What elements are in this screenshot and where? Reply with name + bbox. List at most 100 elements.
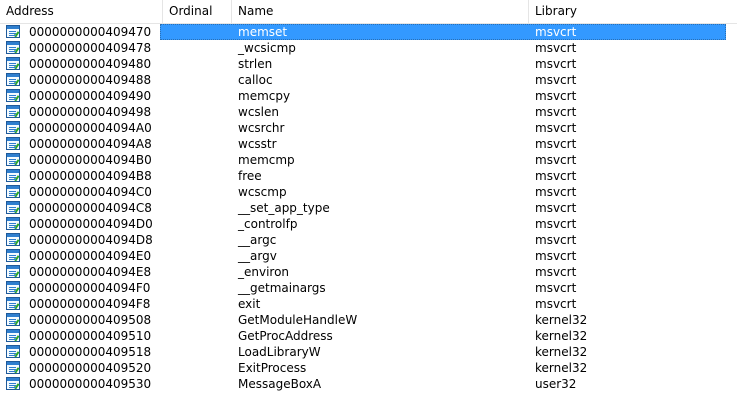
table-row[interactable]: 00000000004094A0 wcsrchr msvcrt <box>0 120 737 136</box>
cell-library: msvcrt <box>535 281 577 295</box>
import-table-icon <box>6 217 20 230</box>
import-table-icon <box>6 249 20 262</box>
table-row[interactable]: 00000000004094F0 __getmainargs msvcrt <box>0 280 737 296</box>
import-table-icon <box>6 169 20 182</box>
import-table-icon <box>6 137 20 150</box>
table-row[interactable]: 00000000004094F8 exit msvcrt <box>0 296 737 312</box>
cell-name: MessageBoxA <box>238 377 322 391</box>
check-mark-icon <box>13 158 20 166</box>
check-mark-icon <box>13 206 20 214</box>
column-header-row: Address Ordinal Name Library <box>0 0 737 24</box>
table-row[interactable]: 00000000004094A8 wcsstr msvcrt <box>0 136 737 152</box>
cell-name: _controlfp <box>238 217 298 231</box>
cell-address: 00000000004094B0 <box>29 153 152 167</box>
cell-address: 0000000000409518 <box>29 345 152 359</box>
cell-address: 0000000000409530 <box>29 377 152 391</box>
table-row[interactable]: 00000000004094B8 free msvcrt <box>0 168 737 184</box>
cell-library: kernel32 <box>535 313 588 327</box>
check-mark-icon <box>13 142 20 150</box>
cell-name: __argc <box>238 233 277 247</box>
import-table-icon <box>6 41 20 54</box>
cell-library: msvcrt <box>535 137 577 151</box>
cell-library: msvcrt <box>535 249 577 263</box>
import-table-icon <box>6 185 20 198</box>
check-mark-icon <box>13 94 20 102</box>
check-mark-icon <box>13 254 20 262</box>
table-row[interactable]: 00000000004094C8 __set_app_type msvcrt <box>0 200 737 216</box>
table-row[interactable]: 0000000000409488 calloc msvcrt <box>0 72 737 88</box>
table-row[interactable]: 0000000000409498 wcslen msvcrt <box>0 104 737 120</box>
import-table-icon <box>6 265 20 278</box>
cell-library: msvcrt <box>535 153 577 167</box>
cell-address: 00000000004094D8 <box>29 233 153 247</box>
cell-library: msvcrt <box>535 41 577 55</box>
cell-library: msvcrt <box>535 233 577 247</box>
import-table-icon <box>6 73 20 86</box>
cell-address: 00000000004094B8 <box>29 169 152 183</box>
cell-library: msvcrt <box>535 201 577 215</box>
cell-name: wcsrchr <box>238 121 285 135</box>
table-row[interactable]: 00000000004094D0 _controlfp msvcrt <box>0 216 737 232</box>
import-table-icon <box>6 25 20 38</box>
check-mark-icon <box>13 174 20 182</box>
cell-library: msvcrt <box>535 169 577 183</box>
check-mark-icon <box>13 270 20 278</box>
cell-address: 00000000004094A8 <box>29 137 152 151</box>
column-header-library[interactable]: Library <box>529 0 737 23</box>
cell-address: 00000000004094F0 <box>29 281 151 295</box>
cell-address: 0000000000409478 <box>29 41 152 55</box>
check-mark-icon <box>13 334 20 342</box>
cell-library: msvcrt <box>535 105 577 119</box>
cell-name: GetModuleHandleW <box>238 313 358 327</box>
column-header-ordinal[interactable]: Ordinal <box>163 0 232 23</box>
cell-address: 00000000004094C0 <box>29 185 152 199</box>
cell-name: memcmp <box>238 153 295 167</box>
table-row[interactable]: 0000000000409490 memcpy msvcrt <box>0 88 737 104</box>
table-row[interactable]: 00000000004094B0 memcmp msvcrt <box>0 152 737 168</box>
column-header-address[interactable]: Address <box>0 0 163 23</box>
import-table-icon <box>6 57 20 70</box>
imports-grid: Address Ordinal Name Library 00000000004… <box>0 0 737 406</box>
table-row[interactable]: 00000000004094C0 wcscmp msvcrt <box>0 184 737 200</box>
cell-address: 0000000000409480 <box>29 57 152 71</box>
table-row[interactable]: 0000000000409470 memset msvcrt <box>0 24 737 40</box>
table-row[interactable]: 0000000000409530 MessageBoxA user32 <box>0 376 737 392</box>
cell-address: 00000000004094D0 <box>29 217 153 231</box>
cell-name: LoadLibraryW <box>238 345 321 359</box>
check-mark-icon <box>13 286 20 294</box>
cell-library: kernel32 <box>535 361 588 375</box>
cell-library: msvcrt <box>535 265 577 279</box>
import-table-icon <box>6 201 20 214</box>
check-mark-icon <box>13 382 20 390</box>
cell-name: _wcsicmp <box>238 41 296 55</box>
table-row[interactable]: 00000000004094D8 __argc msvcrt <box>0 232 737 248</box>
cell-name: wcsstr <box>238 137 277 151</box>
cell-name: wcslen <box>238 105 279 119</box>
import-table-icon <box>6 313 20 326</box>
table-row[interactable]: 0000000000409478 _wcsicmp msvcrt <box>0 40 737 56</box>
table-row[interactable]: 0000000000409508 GetModuleHandleW kernel32 <box>0 312 737 328</box>
cell-name: wcscmp <box>238 185 287 199</box>
cell-address: 0000000000409498 <box>29 105 152 119</box>
table-row[interactable]: 0000000000409520 ExitProcess kernel32 <box>0 360 737 376</box>
check-mark-icon <box>13 126 20 134</box>
check-mark-icon <box>13 190 20 198</box>
cell-address: 0000000000409520 <box>29 361 152 375</box>
check-mark-icon <box>13 350 20 358</box>
cell-name: memcpy <box>238 89 291 103</box>
check-mark-icon <box>13 238 20 246</box>
cell-library: kernel32 <box>535 329 588 343</box>
table-row[interactable]: 0000000000409480 strlen msvcrt <box>0 56 737 72</box>
table-row[interactable]: 0000000000409518 LoadLibraryW kernel32 <box>0 344 737 360</box>
cell-name: __getmainargs <box>238 281 326 295</box>
cell-library: msvcrt <box>535 217 577 231</box>
table-row[interactable]: 00000000004094E0 __argv msvcrt <box>0 248 737 264</box>
table-row[interactable]: 0000000000409510 GetProcAddress kernel32 <box>0 328 737 344</box>
table-row[interactable]: 00000000004094E8 _environ msvcrt <box>0 264 737 280</box>
import-table-icon <box>6 297 20 310</box>
cell-address: 0000000000409508 <box>29 313 152 327</box>
import-table-icon <box>6 329 20 342</box>
import-table-icon <box>6 377 20 390</box>
column-header-name[interactable]: Name <box>232 0 529 23</box>
import-table-icon <box>6 345 20 358</box>
